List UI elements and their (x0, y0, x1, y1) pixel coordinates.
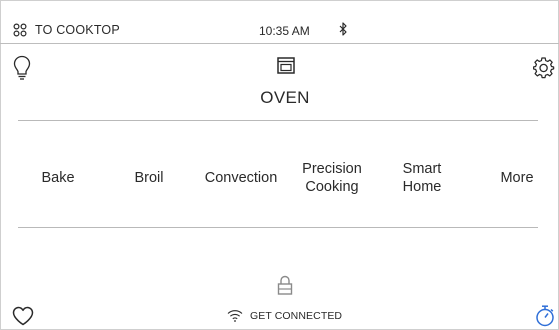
divider-top (18, 120, 538, 121)
mode-broil-button[interactable]: Broil (120, 158, 178, 198)
to-cooktop-label: TO COOKTOP (35, 23, 120, 37)
mode-bake-button[interactable]: Bake (28, 158, 88, 198)
wifi-icon (227, 310, 243, 322)
bluetooth-icon (339, 22, 347, 36)
mode-precision-cooking-button[interactable]: Precision Cooking (292, 158, 372, 198)
page-title: OVEN (260, 88, 310, 107)
cooktop-burners-icon (13, 23, 27, 37)
divider-bottom (18, 227, 538, 228)
get-connected-button[interactable]: GET CONNECTED (227, 309, 342, 322)
light-bulb-icon[interactable] (13, 55, 31, 81)
to-cooktop-button[interactable]: TO COOKTOP (13, 21, 120, 39)
timer-icon[interactable] (535, 305, 555, 327)
heart-icon[interactable] (12, 306, 34, 326)
get-connected-label: GET CONNECTED (250, 309, 343, 322)
gear-icon[interactable] (533, 57, 555, 79)
status-bar: TO COOKTOP 10:35 AM (0, 0, 559, 44)
mode-smart-home-button[interactable]: Smart Home (392, 158, 452, 198)
mode-more-button[interactable]: More (486, 158, 548, 198)
clock-time: 10:35 AM (259, 24, 310, 38)
lock-icon (277, 275, 293, 295)
mode-convection-button[interactable]: Convection (196, 158, 286, 198)
oven-icon (277, 57, 295, 74)
